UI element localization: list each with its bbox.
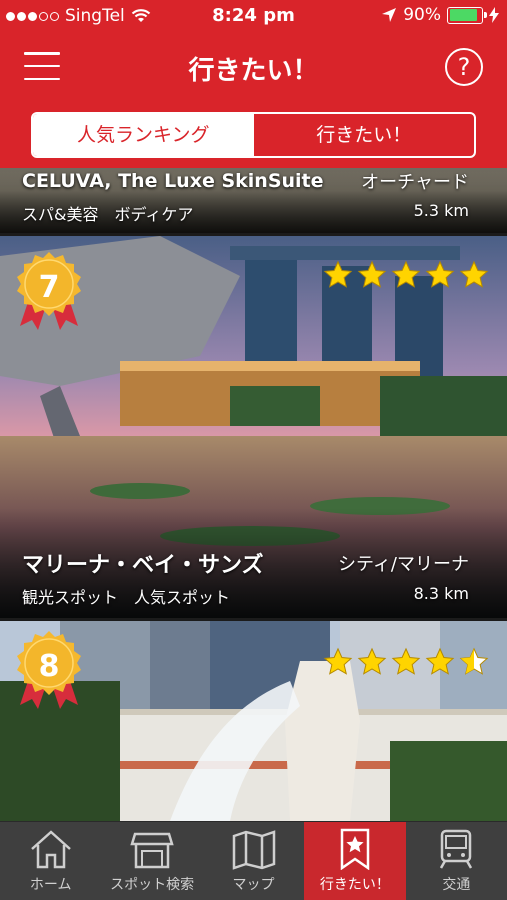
segment-popular-ranking[interactable]: 人気ランキング <box>33 114 254 156</box>
bookmark-star-icon <box>340 828 370 870</box>
star-half-icon <box>459 647 489 675</box>
rank-number: 7 <box>38 270 60 305</box>
tab-bar: ホーム スポット検索 マップ 行きたい！ 交通 <box>0 821 507 900</box>
tab-map[interactable]: マップ <box>203 822 304 900</box>
spot-area: シティ/マリーナ <box>338 554 469 575</box>
star-full-icon <box>459 260 489 288</box>
tab-label: 行きたい！ <box>319 877 390 893</box>
spot-list: CELUVA, The Luxe SkinSuite オーチャード スパ&美容 … <box>0 168 507 821</box>
star-full-icon <box>323 647 353 675</box>
tab-spot-search[interactable]: スポット検索 <box>101 822 202 900</box>
battery-icon <box>447 6 487 24</box>
navigation-bar: 行きたい！ ? <box>0 32 507 102</box>
spot-card-celuva[interactable]: CELUVA, The Luxe SkinSuite オーチャード スパ&美容 … <box>0 168 507 233</box>
rating-stars <box>323 260 489 290</box>
train-icon <box>440 829 473 869</box>
spot-card-marina-bay-sands[interactable]: 7 マリーナ・ベイ・サンズ シティ/マリーナ 観光スポット 人気スポット 8.3… <box>0 236 507 618</box>
tab-label: 交通 <box>442 877 471 893</box>
rating-stars <box>323 647 489 677</box>
spot-name: マリーナ・ベイ・サンズ <box>22 553 264 578</box>
star-full-icon <box>391 647 421 675</box>
tab-home[interactable]: ホーム <box>0 822 101 900</box>
star-full-icon <box>425 647 455 675</box>
star-full-icon <box>357 647 387 675</box>
shop-icon <box>130 832 174 869</box>
charging-icon <box>489 7 499 23</box>
segment-want-to-go[interactable]: 行きたい！ <box>254 114 475 156</box>
spot-distance: 5.3 km <box>413 201 469 220</box>
tab-label: スポット検索 <box>110 877 195 893</box>
location-arrow-icon <box>382 8 397 22</box>
star-full-icon <box>323 260 353 288</box>
spot-categories: 観光スポット 人気スポット <box>22 588 231 607</box>
spot-name: CELUVA, The Luxe SkinSuite <box>22 170 324 192</box>
star-full-icon <box>391 260 421 288</box>
tab-label: ホーム <box>29 877 72 893</box>
tab-label: マップ <box>232 877 275 893</box>
spot-card-merlion[interactable]: 8 <box>0 621 507 821</box>
segment-bar: 人気ランキング 行きたい！ <box>0 102 507 168</box>
map-icon <box>232 830 275 870</box>
segmented-control: 人気ランキング 行きたい！ <box>31 112 476 158</box>
battery-percent: 90% <box>403 5 441 25</box>
page-title: 行きたい！ <box>188 56 319 86</box>
spot-categories: スパ&美容 ボディケア <box>22 205 194 224</box>
tab-transport[interactable]: 交通 <box>406 822 507 900</box>
star-full-icon <box>357 260 387 288</box>
spot-distance: 8.3 km <box>413 584 469 603</box>
home-icon <box>30 830 71 869</box>
tab-want-to-go[interactable]: 行きたい！ <box>304 822 406 900</box>
star-full-icon <box>425 260 455 288</box>
spot-area: オーチャード <box>361 172 469 193</box>
question-icon[interactable]: ? <box>445 48 483 86</box>
rank-number: 8 <box>38 649 60 684</box>
status-bar: SingTel 8:24 pm 90% <box>0 0 507 32</box>
